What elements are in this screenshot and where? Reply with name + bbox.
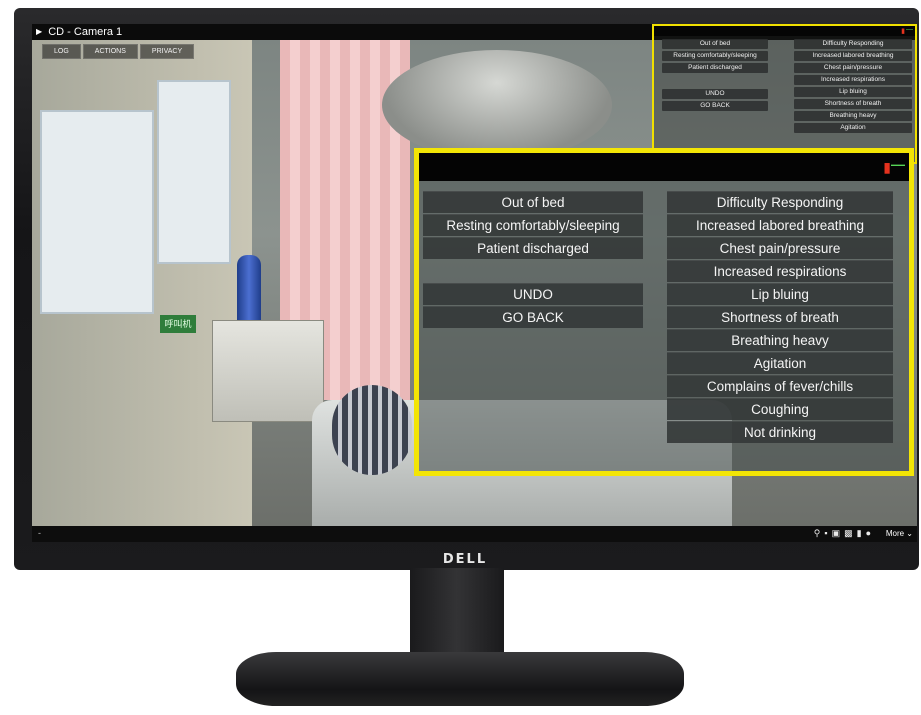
- fever-chills-button[interactable]: Complains of fever/chills: [667, 375, 893, 397]
- difficulty-responding-button[interactable]: Difficulty Responding: [667, 191, 893, 213]
- chest-pain-button[interactable]: Chest pain/pressure: [667, 237, 893, 259]
- shortness-of-breath-button[interactable]: Shortness of breath: [794, 99, 912, 109]
- video-icon[interactable]: ▪: [824, 528, 831, 538]
- coughing-button[interactable]: Coughing: [667, 398, 893, 420]
- medical-machine: [212, 320, 324, 422]
- breathing-heavy-button[interactable]: Breathing heavy: [794, 111, 912, 121]
- patient-discharged-button[interactable]: Patient discharged: [423, 237, 643, 259]
- chest-pain-button[interactable]: Chest pain/pressure: [794, 63, 912, 73]
- wall-poster: [157, 80, 231, 264]
- out-of-bed-button[interactable]: Out of bed: [423, 191, 643, 213]
- increased-respirations-button[interactable]: Increased respirations: [794, 75, 912, 85]
- go-back-button[interactable]: GO BACK: [662, 101, 768, 111]
- increased-respirations-button[interactable]: Increased respirations: [667, 260, 893, 282]
- labored-breathing-button[interactable]: Increased labored breathing: [794, 51, 912, 61]
- shortness-of-breath-button[interactable]: Shortness of breath: [667, 306, 893, 328]
- surgical-lamp: [382, 50, 612, 160]
- tab-actions[interactable]: ACTIONS: [82, 44, 138, 59]
- labored-breathing-button[interactable]: Increased labored breathing: [667, 214, 893, 236]
- patient: [332, 385, 412, 475]
- wall-poster: [40, 110, 154, 314]
- difficulty-responding-button[interactable]: Difficulty Responding: [794, 39, 912, 49]
- bottom-toolbar: - ⚲▪▣▩▮● More ⌄: [32, 526, 917, 542]
- snapshot-icon[interactable]: ▣: [832, 528, 845, 538]
- panel-header: ▮ —: [654, 26, 915, 36]
- undo-button[interactable]: UNDO: [423, 283, 643, 305]
- minimize-icon[interactable]: —: [906, 26, 913, 33]
- wall-sign: 呼叫机: [160, 315, 196, 333]
- lock-icon[interactable]: ▮: [857, 528, 866, 538]
- lip-bluing-button[interactable]: Lip bluing: [794, 87, 912, 97]
- panel-header: ▮ —: [419, 153, 909, 181]
- toolbar-icons: ⚲▪▣▩▮●: [814, 528, 875, 539]
- go-back-button[interactable]: GO BACK: [423, 306, 643, 328]
- out-of-bed-button[interactable]: Out of bed: [662, 39, 768, 49]
- app-icon: ▶: [36, 27, 43, 36]
- zoom-icon[interactable]: ⚲: [814, 528, 825, 538]
- speaker-muted-icon[interactable]: ▮: [883, 159, 891, 176]
- undo-button[interactable]: UNDO: [662, 89, 768, 99]
- monitor-stand-base: [236, 652, 684, 706]
- observation-panel-zoomed: ▮ — Out of bed Resting comfortably/sleep…: [414, 148, 914, 476]
- tab-privacy[interactable]: PRIVACY: [139, 44, 195, 59]
- observation-panel: ▮ — Out of bed Resting comfortably/sleep…: [652, 24, 917, 164]
- speaker-muted-icon[interactable]: ▮: [901, 27, 905, 35]
- record-icon[interactable]: ●: [866, 528, 875, 538]
- not-drinking-button[interactable]: Not drinking: [667, 421, 893, 443]
- agitation-button[interactable]: Agitation: [667, 352, 893, 374]
- more-label: More: [885, 529, 905, 538]
- more-menu[interactable]: More ⌄: [886, 529, 913, 538]
- agitation-button[interactable]: Agitation: [794, 123, 912, 133]
- top-menu: LOG ACTIONS PRIVACY: [42, 44, 196, 59]
- monitor-logo: DELL: [442, 552, 488, 567]
- minimize-icon[interactable]: —: [891, 156, 905, 172]
- chevron-down-icon: ⌄: [906, 529, 913, 538]
- patient-discharged-button[interactable]: Patient discharged: [662, 63, 768, 73]
- window-title: CD - Camera 1: [48, 26, 123, 38]
- tab-log[interactable]: LOG: [42, 44, 81, 59]
- breathing-heavy-button[interactable]: Breathing heavy: [667, 329, 893, 351]
- lip-bluing-button[interactable]: Lip bluing: [667, 283, 893, 305]
- resting-button[interactable]: Resting comfortably/sleeping: [662, 51, 768, 61]
- monitor-stand-neck: [410, 568, 504, 660]
- bottom-indicator: -: [38, 528, 41, 538]
- resting-button[interactable]: Resting comfortably/sleeping: [423, 214, 643, 236]
- print-icon[interactable]: ▩: [844, 528, 857, 538]
